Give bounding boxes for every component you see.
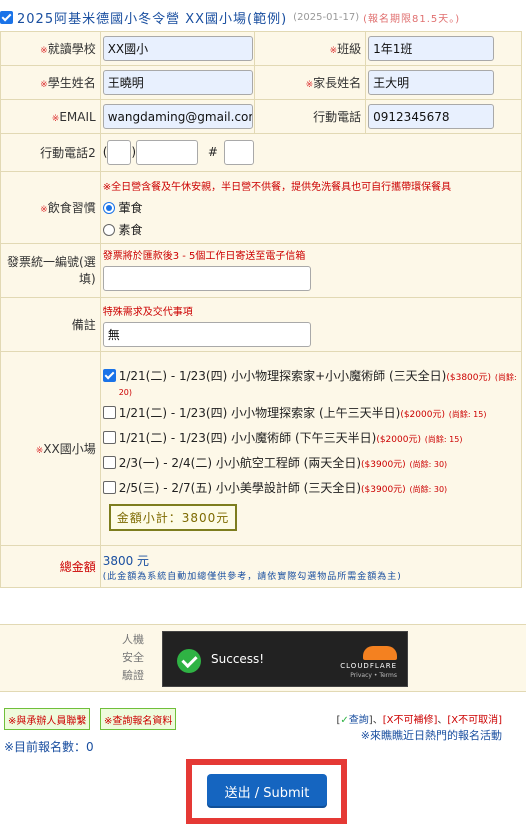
diet-option-veg[interactable]: 素食 (102, 221, 521, 238)
student-name-input[interactable]: 王曉明 (102, 70, 253, 95)
session-checkbox[interactable] (102, 455, 116, 469)
radio-meat[interactable] (102, 202, 115, 214)
class-label: ※班級 (253, 31, 367, 66)
title-checkbox[interactable] (0, 10, 13, 24)
query-registration-button[interactable]: ※查詢報名資料 (100, 708, 177, 730)
mobile-label: 行動電話 (253, 99, 367, 134)
cloud-icon (363, 646, 397, 660)
remark-note: 特殊需求及交代事項 (102, 306, 193, 318)
event-date: (2025-01-17) (293, 11, 360, 23)
event-deadline: (報名期限81.5天。) (363, 13, 461, 25)
radio-veg[interactable] (102, 224, 115, 236)
legend-links: [✓查詢]、[X不可補修]、[X不可取消] (336, 715, 502, 726)
submit-button[interactable]: 送出 / Submit (207, 774, 327, 808)
session-item[interactable]: 1/21(二) - 1/23(四) 小小物理探索家 (上午三天半日)($2000… (102, 404, 519, 421)
parent-label: ※家長姓名 (253, 65, 367, 100)
hot-events-link[interactable]: ※來瞧瞧近日熱門的報名活動 (361, 727, 502, 743)
diet-note: ※全日營含餐及午休安親，半日營不供餐，提供免洗餐具也可自行攜帶環保餐具 (102, 181, 452, 193)
invoice-label: 發票統一編號(選填) (0, 243, 101, 298)
captcha-status: Success! (211, 652, 265, 666)
diet-option-meat[interactable]: 葷食 (102, 199, 521, 216)
contact-staff-button[interactable]: ※與承辦人員聯繫 (4, 708, 91, 730)
session-checkbox[interactable] (102, 430, 116, 444)
total-label: 總金額 (0, 545, 101, 588)
school-label: ※就讀學校 (0, 31, 101, 66)
mobile2-number-input[interactable] (136, 140, 199, 165)
parent-name-input[interactable]: 王大明 (368, 70, 495, 95)
mobile2-label: 行動電話2 (0, 133, 101, 172)
session-checkbox[interactable] (102, 405, 116, 419)
mobile-input[interactable]: 0912345678 (368, 104, 495, 129)
cloudflare-logo: CLOUDFLARE Privacy • Terms (340, 646, 397, 679)
total-amount: 3800 元 (102, 553, 150, 568)
invoice-input[interactable] (102, 266, 311, 291)
email-label: ※EMAIL (0, 99, 101, 134)
cloudflare-widget[interactable]: Success! CLOUDFLARE Privacy • Terms (162, 631, 408, 687)
session-checkbox[interactable] (102, 368, 116, 382)
session-checkbox[interactable] (102, 480, 116, 494)
class-input[interactable]: 1年1班 (368, 36, 495, 61)
event-title: 2025阿基米德國小冬令營 XX國小場(範例) (17, 11, 288, 27)
remark-input[interactable]: 無 (102, 321, 311, 347)
session-item[interactable]: 1/21(二) - 1/23(四) 小小魔術師 (下午三天半日)($2000元)… (102, 429, 519, 446)
invoice-note: 發票將於匯款後3 - 5個工作日寄送至電子信箱 (102, 251, 306, 262)
terms-link[interactable]: Terms (379, 672, 397, 679)
diet-label: ※飲食習慣 (0, 171, 101, 244)
student-label: ※學生姓名 (0, 65, 101, 100)
registration-count: ※目前報名數：0 (4, 740, 94, 754)
legend-query[interactable]: 查詢 (349, 715, 369, 726)
subtotal-box: 金額小計：3800元 (108, 503, 238, 531)
captcha-section: 人機 安全 驗證 Success! CLOUDFLARE Privacy • T… (0, 624, 526, 692)
mobile2-ext-input[interactable] (223, 140, 254, 165)
remark-label: 備註 (0, 297, 101, 352)
submit-highlight: 送出 / Submit (186, 759, 347, 824)
school-input[interactable]: XX國小 (102, 36, 253, 61)
captcha-label: 人機 安全 驗證 (122, 633, 144, 682)
privacy-link[interactable]: Privacy (350, 672, 372, 679)
session-item[interactable]: 2/3(一) - 2/4(二) 小小航空工程師 (兩天全日)($3900元) (… (102, 454, 519, 471)
session-item[interactable]: 1/21(二) - 1/23(四) 小小物理探索家+小小魔術師 (三天全日)($… (102, 367, 519, 398)
registration-form: ※就讀學校 XX國小 ※班級 1年1班 ※學生姓名 王曉明 ※家長姓名 王大明 … (0, 31, 523, 588)
total-note: (此金額為系統自動加總僅供參考，請依實際勾選物品所需金額為主) (102, 571, 402, 582)
email-field[interactable]: wangdaming@gmail.com (102, 104, 253, 129)
session-item[interactable]: 2/5(三) - 2/7(五) 小小美學設計師 (三天全日)($3900元) (… (102, 479, 519, 496)
mobile2-area-input[interactable] (107, 140, 132, 165)
session-label: ※XX國小場 (0, 351, 101, 546)
title-row: 2025阿基米德國小冬令營 XX國小場(範例) (2025-01-17) (報名… (0, 6, 526, 28)
success-check-icon (177, 649, 201, 673)
